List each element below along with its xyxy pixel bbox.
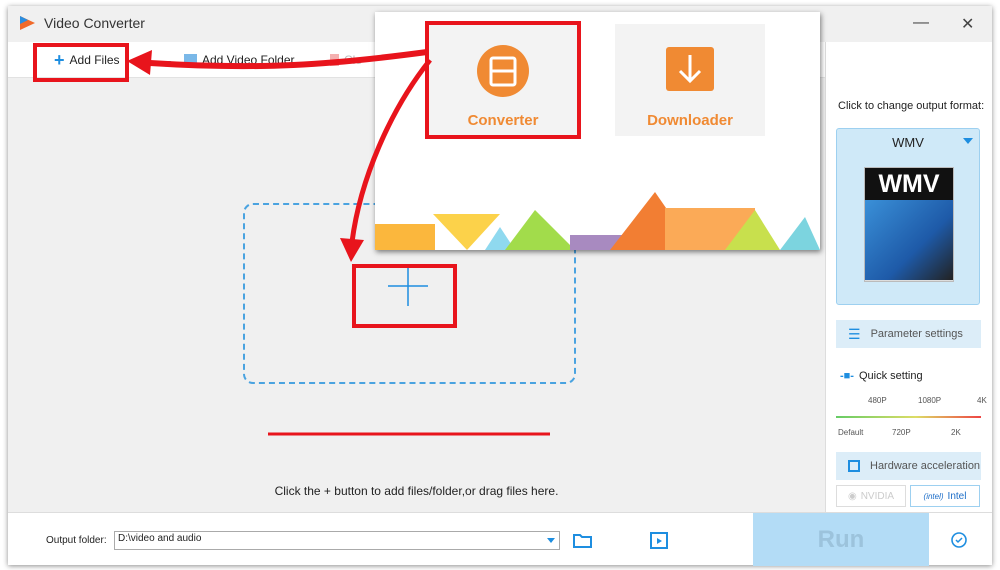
close-button[interactable]: ✕ (961, 14, 974, 34)
window-title: Video Converter (44, 15, 145, 31)
parameter-settings-button[interactable]: ☰ Parameter settings (836, 320, 981, 348)
quality-slider[interactable] (836, 416, 981, 418)
folder-film-icon (184, 54, 197, 66)
converter-tile[interactable]: Converter (428, 24, 578, 136)
change-format-label: Click to change output format: (838, 100, 985, 112)
open-folder-icon[interactable] (573, 533, 593, 548)
downloader-tile[interactable]: Downloader (615, 24, 765, 136)
quality-2k[interactable]: 2K (951, 428, 961, 437)
wmv-format-image: WMV (864, 167, 954, 282)
quality-1080p[interactable]: 1080P (918, 396, 941, 405)
alarm-clock-icon[interactable] (949, 529, 969, 549)
hardware-acceleration-button[interactable]: Hardware acceleration (836, 452, 981, 480)
output-panel: Click to change output format: WMV WMV ☰… (825, 42, 992, 512)
run-button[interactable]: Run (753, 513, 929, 566)
bottom-bar: Output folder: D:\video and audio Run (8, 512, 992, 566)
nvidia-button[interactable]: ◉ NVIDIA (836, 485, 906, 507)
output-folder-dropdown-icon[interactable] (547, 538, 555, 543)
format-selector[interactable]: WMV WMV (836, 128, 980, 305)
clear-button[interactable]: Cle (330, 53, 362, 67)
quality-default[interactable]: Default (838, 428, 863, 437)
quick-setting-label: -■- Quick setting (840, 370, 923, 382)
format-dropdown-icon[interactable] (963, 138, 973, 144)
quality-480p[interactable]: 480P (868, 396, 887, 405)
add-files-dropdown-icon[interactable] (161, 61, 171, 67)
downloader-icon (666, 47, 714, 91)
intel-button[interactable]: (intel) Intel (910, 485, 980, 507)
app-logo-icon (20, 16, 35, 30)
chip-icon (848, 460, 860, 472)
format-badge: WMV (865, 168, 953, 200)
mode-popup: Converter Downloader (375, 12, 820, 250)
add-video-folder-label: Add Video Folder (202, 53, 295, 67)
nvidia-logo-icon: ◉ (847, 490, 857, 502)
format-name: WMV (892, 135, 924, 150)
add-plus-button[interactable] (388, 266, 428, 306)
output-folder-value: D:\video and audio (118, 533, 202, 544)
minimize-button[interactable]: — (913, 14, 929, 32)
intel-label: Intel (947, 490, 967, 502)
add-video-folder-button[interactable]: Add Video Folder (184, 53, 295, 67)
decorative-triangles (375, 192, 820, 250)
slider-icon: -■- (840, 370, 854, 382)
clear-label: Cle (344, 53, 363, 67)
trash-icon (330, 54, 339, 66)
quality-720p[interactable]: 720P (892, 428, 911, 437)
add-files-label: Add Files (69, 53, 120, 67)
hardware-acceleration-label: Hardware acceleration (870, 460, 981, 472)
output-folder-input[interactable]: D:\video and audio (114, 531, 560, 550)
add-files-button[interactable]: + Add Files (54, 50, 120, 70)
nvidia-label: NVIDIA (860, 490, 895, 502)
output-folder-label: Output folder: (46, 535, 107, 546)
converter-film-icon (477, 45, 529, 97)
drop-hint: Click the + button to add files/folder,o… (274, 484, 559, 498)
plus-icon: + (54, 50, 65, 70)
video-folder-icon[interactable] (650, 532, 668, 549)
parameter-settings-label: Parameter settings (870, 328, 963, 340)
quality-4k[interactable]: 4K (977, 396, 987, 405)
quick-setting-text: Quick setting (858, 370, 923, 382)
converter-label: Converter (467, 112, 539, 129)
sliders-icon: ☰ (848, 325, 861, 342)
intel-logo-icon: (intel) (923, 491, 944, 501)
downloader-label: Downloader (647, 112, 733, 129)
